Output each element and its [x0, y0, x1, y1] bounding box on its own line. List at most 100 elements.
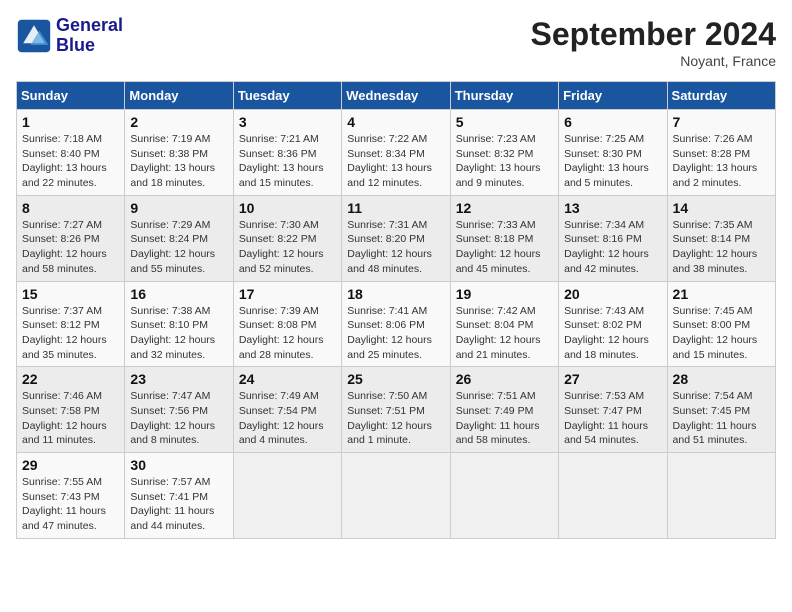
- calendar-cell: 19 Sunrise: 7:42 AM Sunset: 8:04 PM Dayli…: [450, 281, 558, 367]
- calendar-cell: [233, 453, 341, 539]
- day-info: Sunrise: 7:31 AM Sunset: 8:20 PM Dayligh…: [347, 218, 444, 277]
- day-info: Sunrise: 7:21 AM Sunset: 8:36 PM Dayligh…: [239, 132, 336, 191]
- calendar-table: SundayMondayTuesdayWednesdayThursdayFrid…: [16, 81, 776, 539]
- calendar-cell: [559, 453, 667, 539]
- calendar-cell: [342, 453, 450, 539]
- day-number: 19: [456, 286, 553, 302]
- day-number: 17: [239, 286, 336, 302]
- calendar-row: 29 Sunrise: 7:55 AM Sunset: 7:43 PM Dayli…: [17, 453, 776, 539]
- calendar-row: 22 Sunrise: 7:46 AM Sunset: 7:58 PM Dayli…: [17, 367, 776, 453]
- location: Noyant, France: [531, 53, 776, 69]
- calendar-cell: 20Sunrise: 7:43 AM Sunset: 8:02 PM Dayli…: [559, 281, 667, 367]
- day-number: 28: [673, 371, 770, 387]
- header-wednesday: Wednesday: [342, 82, 450, 110]
- calendar-cell: 9 Sunrise: 7:29 AM Sunset: 8:24 PM Daylig…: [125, 195, 233, 281]
- calendar-cell: [450, 453, 558, 539]
- day-info: Sunrise: 7:35 AM Sunset: 8:14 PM Dayligh…: [673, 218, 770, 277]
- day-number: 5: [456, 114, 553, 130]
- day-info: Sunrise: 7:34 AM Sunset: 8:16 PM Dayligh…: [564, 218, 661, 277]
- day-info: Sunrise: 7:26 AM Sunset: 8:28 PM Dayligh…: [673, 132, 770, 191]
- day-info: Sunrise: 7:38 AM Sunset: 8:10 PM Dayligh…: [130, 304, 227, 363]
- calendar-header-row: SundayMondayTuesdayWednesdayThursdayFrid…: [17, 82, 776, 110]
- day-info: Sunrise: 7:47 AM Sunset: 7:56 PM Dayligh…: [130, 389, 227, 448]
- calendar-cell: 28Sunrise: 7:54 AM Sunset: 7:45 PM Dayli…: [667, 367, 775, 453]
- calendar-cell: 7 Sunrise: 7:26 AM Sunset: 8:28 PM Daylig…: [667, 110, 775, 196]
- calendar-cell: 6 Sunrise: 7:25 AM Sunset: 8:30 PM Daylig…: [559, 110, 667, 196]
- day-number: 23: [130, 371, 227, 387]
- calendar-cell: 29 Sunrise: 7:55 AM Sunset: 7:43 PM Dayli…: [17, 453, 125, 539]
- day-number: 3: [239, 114, 336, 130]
- page-header: General Blue September 2024 Noyant, Fran…: [16, 16, 776, 69]
- day-number: 2: [130, 114, 227, 130]
- calendar-cell: 13 Sunrise: 7:34 AM Sunset: 8:16 PM Dayli…: [559, 195, 667, 281]
- calendar-row: 8 Sunrise: 7:27 AM Sunset: 8:26 PM Daylig…: [17, 195, 776, 281]
- calendar-cell: 21Sunrise: 7:45 AM Sunset: 8:00 PM Dayli…: [667, 281, 775, 367]
- month-title: September 2024: [531, 16, 776, 53]
- calendar-cell: 10 Sunrise: 7:30 AM Sunset: 8:22 PM Dayli…: [233, 195, 341, 281]
- calendar-cell: 18Sunrise: 7:41 AM Sunset: 8:06 PM Dayli…: [342, 281, 450, 367]
- calendar-cell: 15 Sunrise: 7:37 AM Sunset: 8:12 PM Dayli…: [17, 281, 125, 367]
- day-number: 8: [22, 200, 119, 216]
- day-number: 25: [347, 371, 444, 387]
- calendar-cell: 8 Sunrise: 7:27 AM Sunset: 8:26 PM Daylig…: [17, 195, 125, 281]
- calendar-cell: 26 Sunrise: 7:51 AM Sunset: 7:49 PM Dayli…: [450, 367, 558, 453]
- calendar-cell: 16Sunrise: 7:38 AM Sunset: 8:10 PM Dayli…: [125, 281, 233, 367]
- day-number: 13: [564, 200, 661, 216]
- day-number: 14: [673, 200, 770, 216]
- calendar-cell: 14 Sunrise: 7:35 AM Sunset: 8:14 PM Dayli…: [667, 195, 775, 281]
- title-block: September 2024 Noyant, France: [531, 16, 776, 69]
- day-number: 11: [347, 200, 444, 216]
- day-info: Sunrise: 7:49 AM Sunset: 7:54 PM Dayligh…: [239, 389, 336, 448]
- logo-line2: Blue: [56, 36, 123, 56]
- calendar-body: 1 Sunrise: 7:18 AM Sunset: 8:40 PM Daylig…: [17, 110, 776, 539]
- day-info: Sunrise: 7:37 AM Sunset: 8:12 PM Dayligh…: [22, 304, 119, 363]
- header-sunday: Sunday: [17, 82, 125, 110]
- day-number: 24: [239, 371, 336, 387]
- calendar-cell: 12Sunrise: 7:33 AM Sunset: 8:18 PM Dayli…: [450, 195, 558, 281]
- day-number: 22: [22, 371, 119, 387]
- day-info: Sunrise: 7:39 AM Sunset: 8:08 PM Dayligh…: [239, 304, 336, 363]
- day-info: Sunrise: 7:57 AM Sunset: 7:41 PM Dayligh…: [130, 475, 227, 534]
- logo: General Blue: [16, 16, 123, 56]
- day-number: 12: [456, 200, 553, 216]
- day-number: 26: [456, 371, 553, 387]
- day-info: Sunrise: 7:22 AM Sunset: 8:34 PM Dayligh…: [347, 132, 444, 191]
- calendar-cell: 17 Sunrise: 7:39 AM Sunset: 8:08 PM Dayli…: [233, 281, 341, 367]
- calendar-cell: 24 Sunrise: 7:49 AM Sunset: 7:54 PM Dayli…: [233, 367, 341, 453]
- header-thursday: Thursday: [450, 82, 558, 110]
- day-info: Sunrise: 7:50 AM Sunset: 7:51 PM Dayligh…: [347, 389, 444, 448]
- day-number: 1: [22, 114, 119, 130]
- day-number: 15: [22, 286, 119, 302]
- day-info: Sunrise: 7:46 AM Sunset: 7:58 PM Dayligh…: [22, 389, 119, 448]
- day-info: Sunrise: 7:30 AM Sunset: 8:22 PM Dayligh…: [239, 218, 336, 277]
- calendar-cell: 11 Sunrise: 7:31 AM Sunset: 8:20 PM Dayli…: [342, 195, 450, 281]
- calendar-cell: 27Sunrise: 7:53 AM Sunset: 7:47 PM Dayli…: [559, 367, 667, 453]
- day-info: Sunrise: 7:42 AM Sunset: 8:04 PM Dayligh…: [456, 304, 553, 363]
- calendar-cell: 2 Sunrise: 7:19 AM Sunset: 8:38 PM Daylig…: [125, 110, 233, 196]
- logo-line1: General: [56, 16, 123, 36]
- day-number: 20: [564, 286, 661, 302]
- day-number: 6: [564, 114, 661, 130]
- day-number: 9: [130, 200, 227, 216]
- day-info: Sunrise: 7:55 AM Sunset: 7:43 PM Dayligh…: [22, 475, 119, 534]
- day-info: Sunrise: 7:25 AM Sunset: 8:30 PM Dayligh…: [564, 132, 661, 191]
- calendar-cell: 3 Sunrise: 7:21 AM Sunset: 8:36 PM Daylig…: [233, 110, 341, 196]
- day-number: 29: [22, 457, 119, 473]
- calendar-cell: 1 Sunrise: 7:18 AM Sunset: 8:40 PM Daylig…: [17, 110, 125, 196]
- header-monday: Monday: [125, 82, 233, 110]
- header-tuesday: Tuesday: [233, 82, 341, 110]
- logo-icon: [16, 18, 52, 54]
- calendar-cell: 25 Sunrise: 7:50 AM Sunset: 7:51 PM Dayli…: [342, 367, 450, 453]
- day-info: Sunrise: 7:51 AM Sunset: 7:49 PM Dayligh…: [456, 389, 553, 448]
- calendar-cell: 5Sunrise: 7:23 AM Sunset: 8:32 PM Daylig…: [450, 110, 558, 196]
- day-number: 18: [347, 286, 444, 302]
- calendar-cell: 30Sunrise: 7:57 AM Sunset: 7:41 PM Dayli…: [125, 453, 233, 539]
- day-number: 7: [673, 114, 770, 130]
- day-info: Sunrise: 7:19 AM Sunset: 8:38 PM Dayligh…: [130, 132, 227, 191]
- day-number: 10: [239, 200, 336, 216]
- day-info: Sunrise: 7:27 AM Sunset: 8:26 PM Dayligh…: [22, 218, 119, 277]
- day-info: Sunrise: 7:18 AM Sunset: 8:40 PM Dayligh…: [22, 132, 119, 191]
- day-info: Sunrise: 7:29 AM Sunset: 8:24 PM Dayligh…: [130, 218, 227, 277]
- header-saturday: Saturday: [667, 82, 775, 110]
- calendar-cell: [667, 453, 775, 539]
